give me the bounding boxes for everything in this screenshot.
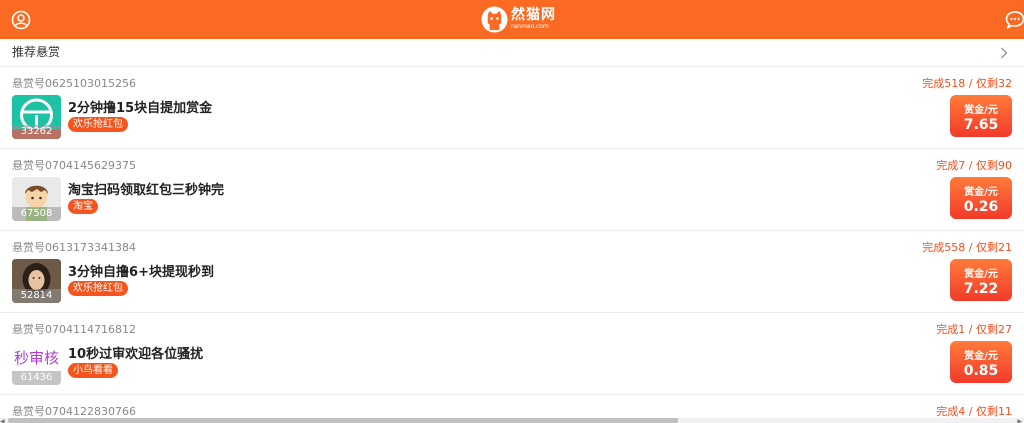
task-id: 悬赏号0625103015256 [12,77,136,90]
reward-button[interactable]: 赏金/元 7.65 [950,95,1012,137]
cat-logo-icon [481,5,508,33]
task-thumbnail[interactable]: 67508 [12,177,61,221]
task-tag: 淘宝 [68,199,98,214]
user-circle-icon[interactable] [11,10,31,30]
task-thumbnail[interactable]: 秒审核 61436 [12,341,61,385]
reward-label: 赏金/元 [964,351,998,362]
task-progress: 完成518 / 仅剩32 [922,77,1012,90]
task-title[interactable]: 2分钟撸15块自提加赏金 [68,97,212,116]
task-item[interactable]: 悬赏号0704114716812 完成1 / 仅剩27 秒审核 61436 10… [0,313,1024,395]
task-item[interactable]: 悬赏号0625103015256 完成518 / 仅剩32 33262 2分钟撸… [0,67,1024,149]
reward-button[interactable]: 赏金/元 0.26 [950,177,1012,219]
chevron-right-icon[interactable] [1000,47,1008,59]
task-count: 67508 [12,207,61,221]
task-title[interactable]: 淘宝扫码领取红包三秒钟完 [68,179,224,198]
reward-label: 赏金/元 [964,105,998,116]
thumbnail-text: 秒审核 [13,349,59,367]
reward-label: 赏金/元 [964,269,998,280]
task-title[interactable]: 10秒过审欢迎各位骚扰 [68,343,203,362]
task-tag: 欢乐抢红包 [68,117,128,132]
task-progress: 完成1 / 仅剩27 [936,323,1012,336]
reward-value: 7.22 [963,281,999,297]
task-count: 33262 [12,125,61,139]
scroll-left-arrow-icon[interactable]: ◀ [0,418,5,423]
task-item[interactable]: 悬赏号0613173341384 完成558 / 仅剩21 52814 3分钟自… [0,231,1024,313]
task-progress: 完成558 / 仅剩21 [922,241,1012,254]
reward-value: 0.85 [963,363,999,379]
top-bar: 然猫网 ranmao.com [0,0,1024,39]
recommended-rewards-header[interactable]: 推荐悬赏 [0,39,1024,67]
task-title[interactable]: 3分钟自撸6+块提现秒到 [68,261,214,280]
chat-bubble-icon[interactable] [1005,10,1024,30]
horizontal-scrollbar[interactable]: ◀ ▶ [0,418,1024,423]
task-id: 悬赏号0704145629375 [12,159,136,172]
task-item[interactable]: 悬赏号0704145629375 完成7 / 仅剩90 67508 淘宝扫码领取… [0,149,1024,231]
task-id: 悬赏号0704114716812 [12,323,136,336]
task-count: 52814 [12,289,61,303]
reward-value: 7.65 [963,117,999,133]
reward-button[interactable]: 赏金/元 7.22 [950,259,1012,301]
task-tag: 小鸟看看 [68,363,118,378]
task-count: 61436 [12,371,61,385]
reward-label: 赏金/元 [964,187,998,198]
task-thumbnail[interactable]: 33262 [12,95,61,139]
logo-text-cn: 然猫网 [511,7,556,23]
scroll-right-arrow-icon[interactable]: ▶ [1017,418,1022,423]
task-tag: 欢乐抢红包 [68,281,128,296]
logo-text-en: ranmao.com [511,23,549,30]
section-title: 推荐悬赏 [12,45,61,59]
task-progress: 完成4 / 仅剩11 [936,405,1012,418]
scrollbar-thumb[interactable] [8,418,678,423]
task-id: 悬赏号0704122830766 [12,405,136,418]
task-id: 悬赏号0613173341384 [12,241,136,254]
reward-button[interactable]: 赏金/元 0.85 [950,341,1012,383]
task-thumbnail[interactable]: 52814 [12,259,61,303]
reward-value: 0.26 [963,199,999,215]
site-logo[interactable]: 然猫网 ranmao.com [481,5,556,33]
task-progress: 完成7 / 仅剩90 [936,159,1012,172]
